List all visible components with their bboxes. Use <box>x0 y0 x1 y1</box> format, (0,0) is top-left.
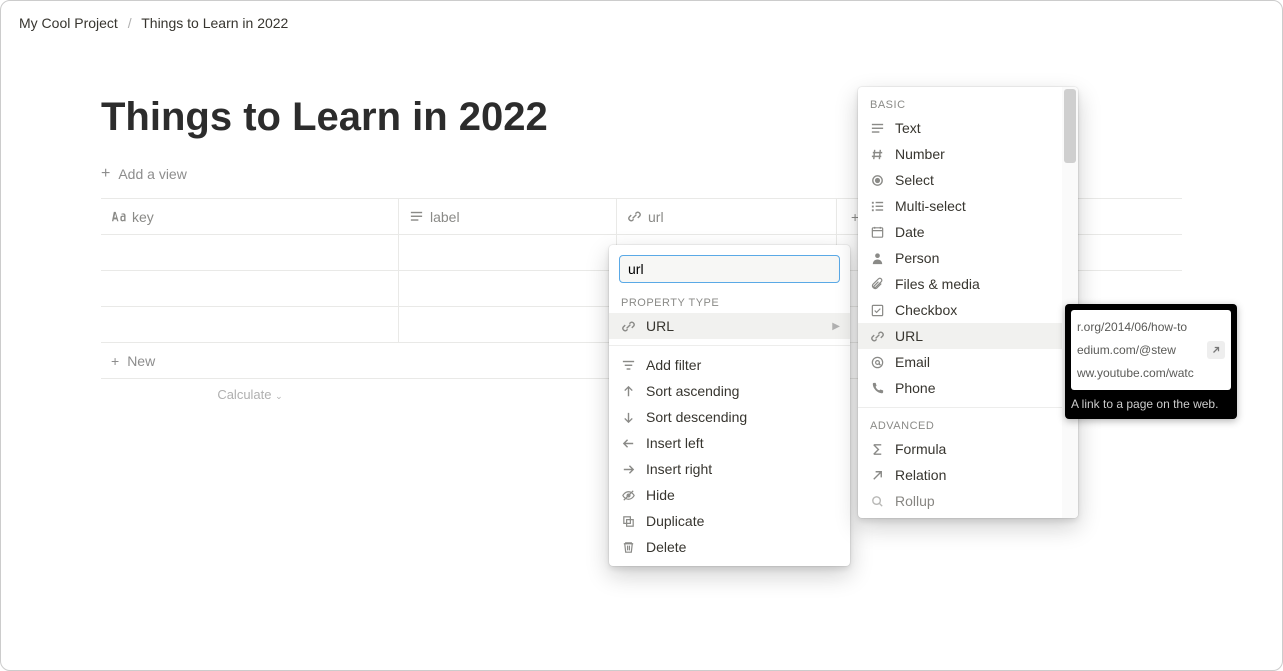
add-filter-button[interactable]: Add filter <box>609 352 850 378</box>
at-icon <box>870 355 885 370</box>
tooltip-text: A link to a page on the web. <box>1071 396 1231 413</box>
select-icon <box>870 173 885 188</box>
link-icon <box>870 329 885 344</box>
sort-descending-button[interactable]: Sort descending <box>609 404 850 430</box>
column-url-label: url <box>648 209 664 225</box>
scrollbar[interactable] <box>1062 87 1078 518</box>
type-relation[interactable]: Relation <box>858 462 1062 488</box>
chevron-down-icon: ⌄ <box>275 391 283 401</box>
column-header-key[interactable]: key <box>101 199 399 234</box>
type-email[interactable]: Email <box>858 349 1062 375</box>
link-icon <box>627 209 642 224</box>
type-person[interactable]: Person <box>858 245 1062 271</box>
breadcrumb-root[interactable]: My Cool Project <box>19 15 118 31</box>
property-type-section-label: PROPERTY TYPE <box>609 291 850 313</box>
column-key-label: key <box>132 209 154 225</box>
menu-divider <box>609 345 850 346</box>
calculate-button[interactable]: Calculate ⌄ <box>101 379 399 410</box>
plus-icon: + <box>101 166 110 182</box>
column-header-url[interactable]: url <box>617 199 837 234</box>
filter-icon <box>621 358 636 373</box>
new-row-label: New <box>127 353 155 369</box>
type-date[interactable]: Date <box>858 219 1062 245</box>
type-formula[interactable]: Formula <box>858 436 1062 462</box>
type-url[interactable]: URL <box>858 323 1062 349</box>
sort-ascending-button[interactable]: Sort ascending <box>609 378 850 404</box>
trash-icon <box>621 540 636 555</box>
delete-button[interactable]: Delete <box>609 534 850 560</box>
advanced-section-label: ADVANCED <box>858 414 1062 436</box>
column-menu: PROPERTY TYPE URL ▶ Add filter Sort asce… <box>609 245 850 566</box>
type-number[interactable]: Number <box>858 141 1062 167</box>
external-link-icon <box>1207 341 1225 359</box>
search-icon <box>870 494 885 509</box>
hash-icon <box>870 147 885 162</box>
type-phone[interactable]: Phone <box>858 375 1062 401</box>
breadcrumb: My Cool Project / Things to Learn in 202… <box>1 1 1282 45</box>
property-type-current: URL <box>646 318 674 334</box>
insert-right-button[interactable]: Insert right <box>609 456 850 482</box>
column-header-label[interactable]: label <box>399 199 617 234</box>
type-multi-select[interactable]: Multi-select <box>858 193 1062 219</box>
insert-left-button[interactable]: Insert left <box>609 430 850 456</box>
link-icon <box>621 319 636 334</box>
arrow-left-icon <box>621 436 636 451</box>
url-type-tooltip: r.org/2014/06/how-to edium.com/@stew ww.… <box>1065 304 1237 419</box>
type-select[interactable]: Select <box>858 167 1062 193</box>
list-icon <box>870 199 885 214</box>
basic-section-label: BASIC <box>858 93 1062 115</box>
hide-button[interactable]: Hide <box>609 482 850 508</box>
column-name-input[interactable] <box>619 255 840 283</box>
add-filter-label: Add filter <box>646 357 701 373</box>
lines-icon <box>870 121 885 136</box>
person-icon <box>870 251 885 266</box>
insert-right-label: Insert right <box>646 461 712 477</box>
scrollbar-thumb[interactable] <box>1064 89 1076 163</box>
breadcrumb-separator: / <box>128 15 132 31</box>
sigma-icon <box>870 442 885 457</box>
type-text[interactable]: Text <box>858 115 1062 141</box>
arrow-up-right-icon <box>870 468 885 483</box>
eye-off-icon <box>621 488 636 503</box>
duplicate-label: Duplicate <box>646 513 704 529</box>
add-view-label: Add a view <box>118 166 186 182</box>
column-label-label: label <box>430 209 460 225</box>
arrow-up-icon <box>621 384 636 399</box>
menu-divider <box>858 407 1062 408</box>
calendar-icon <box>870 225 885 240</box>
type-checkbox[interactable]: Checkbox <box>858 297 1062 323</box>
phone-icon <box>870 381 885 396</box>
property-type-menu: BASIC Text Number Select Multi-select Da… <box>858 87 1078 518</box>
duplicate-button[interactable]: Duplicate <box>609 508 850 534</box>
lines-icon <box>409 209 424 224</box>
arrow-down-icon <box>621 410 636 425</box>
paperclip-icon <box>870 277 885 292</box>
property-type-selector[interactable]: URL ▶ <box>609 313 850 339</box>
insert-left-label: Insert left <box>646 435 704 451</box>
sort-desc-label: Sort descending <box>646 409 747 425</box>
chevron-right-icon: ▶ <box>832 321 840 332</box>
type-rollup[interactable]: Rollup <box>858 488 1062 514</box>
plus-icon: + <box>111 353 119 369</box>
duplicate-icon <box>621 514 636 529</box>
sort-asc-label: Sort ascending <box>646 383 739 399</box>
checkbox-icon <box>870 303 885 318</box>
text-icon <box>111 209 126 224</box>
type-files[interactable]: Files & media <box>858 271 1062 297</box>
hide-label: Hide <box>646 487 675 503</box>
tooltip-preview: r.org/2014/06/how-to edium.com/@stew ww.… <box>1071 310 1231 390</box>
delete-label: Delete <box>646 539 686 555</box>
breadcrumb-page[interactable]: Things to Learn in 2022 <box>141 15 288 31</box>
arrow-right-icon <box>621 462 636 477</box>
